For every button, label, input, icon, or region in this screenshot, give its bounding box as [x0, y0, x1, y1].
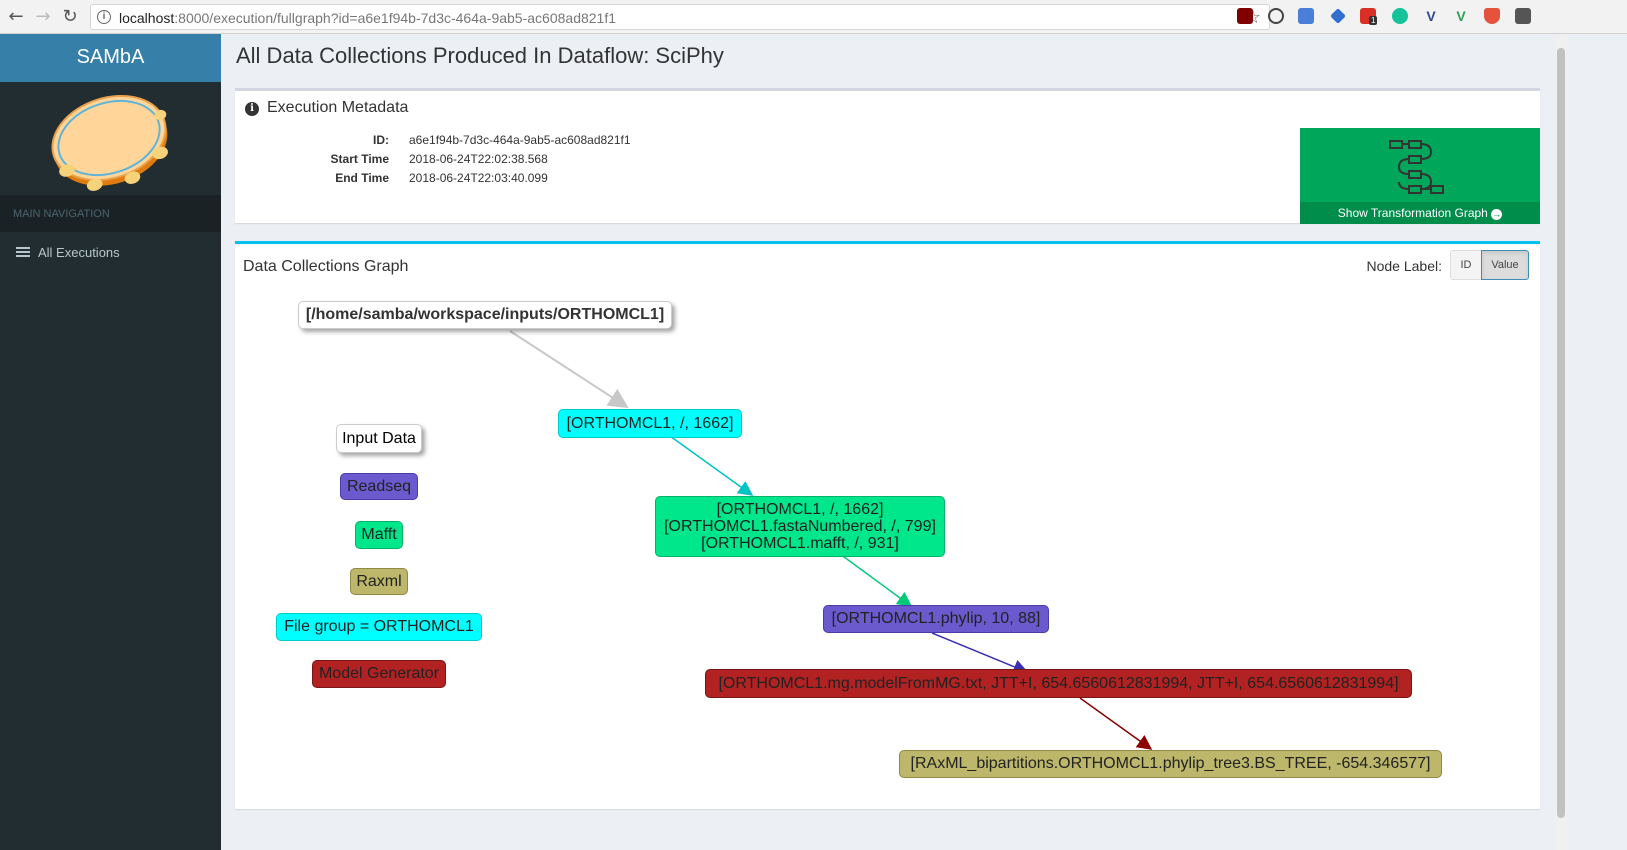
sidebar-item-all-executions[interactable]: All Executions	[0, 232, 221, 272]
graph-node-orthomcl1[interactable]: [ORTHOMCL1, /, 1662]	[558, 409, 742, 438]
main-navigation-header: MAIN NAVIGATION	[0, 195, 221, 232]
execution-metadata-box: i Execution Metadata ID: a6e1f94b-7d3c-46…	[235, 88, 1540, 224]
id-label: ID:	[373, 133, 389, 147]
graph-node-model-generator[interactable]: [ORTHOMCL1.mg.modelFromMG.txt, JTT+I, 65…	[705, 669, 1412, 698]
graph-node-readseq[interactable]: [ORTHOMCL1.phylip, 10, 88]	[823, 605, 1049, 633]
legend-mafft: Mafft	[355, 521, 403, 549]
sidebar-item-label: All Executions	[38, 245, 120, 260]
graph-node-raxml[interactable]: [RAxML_bipartitions.ORTHOMCL1.phylip_tre…	[899, 750, 1442, 778]
legend-readseq: Readseq	[340, 473, 418, 500]
ublock-extension-icon[interactable]	[1237, 8, 1253, 24]
edge-n1-to-n2	[669, 435, 754, 496]
edge-n3-to-n4	[931, 632, 1029, 674]
legend-raxml: Raxml	[350, 568, 408, 595]
calendar-extension-icon[interactable]: 1	[1360, 8, 1378, 25]
scrollbar-thumb[interactable]	[1557, 48, 1565, 818]
end-time-value: 2018-06-24T22:03:40.099	[409, 171, 548, 185]
back-icon[interactable]: ←	[5, 6, 27, 28]
page-scrollbar[interactable]	[1555, 34, 1567, 850]
sidebar: SAMbA MAIN NAVIGATION All Executions	[0, 34, 221, 850]
edge-input-to-n1	[509, 330, 629, 409]
graph-node-mafft-line-1: [ORTHOMCL1, /, 1662]	[716, 501, 884, 518]
url-text: localhost:8000/execution/fullgraph?id=a6…	[119, 10, 617, 26]
info-circle-icon: i	[245, 102, 259, 116]
edge-n4-to-n5	[1079, 697, 1153, 750]
graph-node-input[interactable]: [/home/samba/workspace/inputs/ORTHOMCL1]	[298, 301, 672, 329]
main-content: All Data Collections Produced In Dataflo…	[221, 34, 1555, 850]
list-icon	[16, 247, 30, 258]
show-transformation-graph-label: Show Transformation Graph →	[1337, 206, 1503, 220]
shield-extension-icon[interactable]	[1484, 8, 1500, 24]
v-extension-icon[interactable]: V	[1423, 8, 1439, 24]
sync-extension-icon[interactable]	[1268, 8, 1284, 24]
legend-model-generator: Model Generator	[312, 660, 446, 688]
browser-toolbar: ← → ↻ i localhost:8000/execution/fullgra…	[0, 0, 1627, 34]
graph-node-mafft[interactable]: [ORTHOMCL1, /, 1662] [ORTHOMCL1.fastaNum…	[655, 496, 945, 557]
id-value: a6e1f94b-7d3c-464a-9ab5-ac608ad821f1	[409, 133, 631, 147]
reload-icon[interactable]: ↻	[59, 6, 81, 28]
grammarly-extension-icon[interactable]	[1392, 8, 1408, 24]
flowchart-icon	[1389, 140, 1444, 194]
tambourine-logo	[0, 82, 221, 195]
vue-extension-icon[interactable]: V	[1453, 8, 1469, 24]
graduation-extension-icon[interactable]	[1330, 8, 1346, 24]
start-time-label: Start Time	[330, 152, 389, 166]
page-title: All Data Collections Produced In Dataflo…	[236, 43, 724, 68]
info-icon[interactable]: i	[97, 10, 111, 24]
address-bar[interactable]: i localhost:8000/execution/fullgraph?id=…	[90, 4, 1270, 30]
brand-logo-text[interactable]: SAMbA	[0, 34, 221, 82]
end-time-label: End Time	[335, 171, 389, 185]
m-extension-icon[interactable]	[1515, 8, 1531, 24]
metadata-header: i Execution Metadata	[245, 99, 408, 117]
show-transformation-graph-button[interactable]: Show Transformation Graph →	[1300, 128, 1540, 224]
legend-input-data: Input Data	[336, 424, 422, 453]
data-collections-graph-box: Data Collections Graph Node Label: ID Va…	[235, 241, 1540, 809]
graph-node-mafft-line-2: [ORTHOMCL1.fastaNumbered, /, 799]	[664, 518, 936, 535]
forward-icon[interactable]: →	[32, 6, 54, 28]
translate-extension-icon[interactable]	[1298, 8, 1314, 24]
arrow-circle-right-icon: →	[1491, 209, 1503, 220]
edge-n2-to-n3	[839, 553, 913, 607]
graph-node-mafft-line-3: [ORTHOMCL1.mafft, /, 931]	[701, 535, 899, 552]
extension-badge: 1	[1369, 16, 1378, 25]
legend-file-group: File group = ORTHOMCL1	[276, 613, 482, 641]
start-time-value: 2018-06-24T22:02:38.568	[409, 152, 548, 166]
